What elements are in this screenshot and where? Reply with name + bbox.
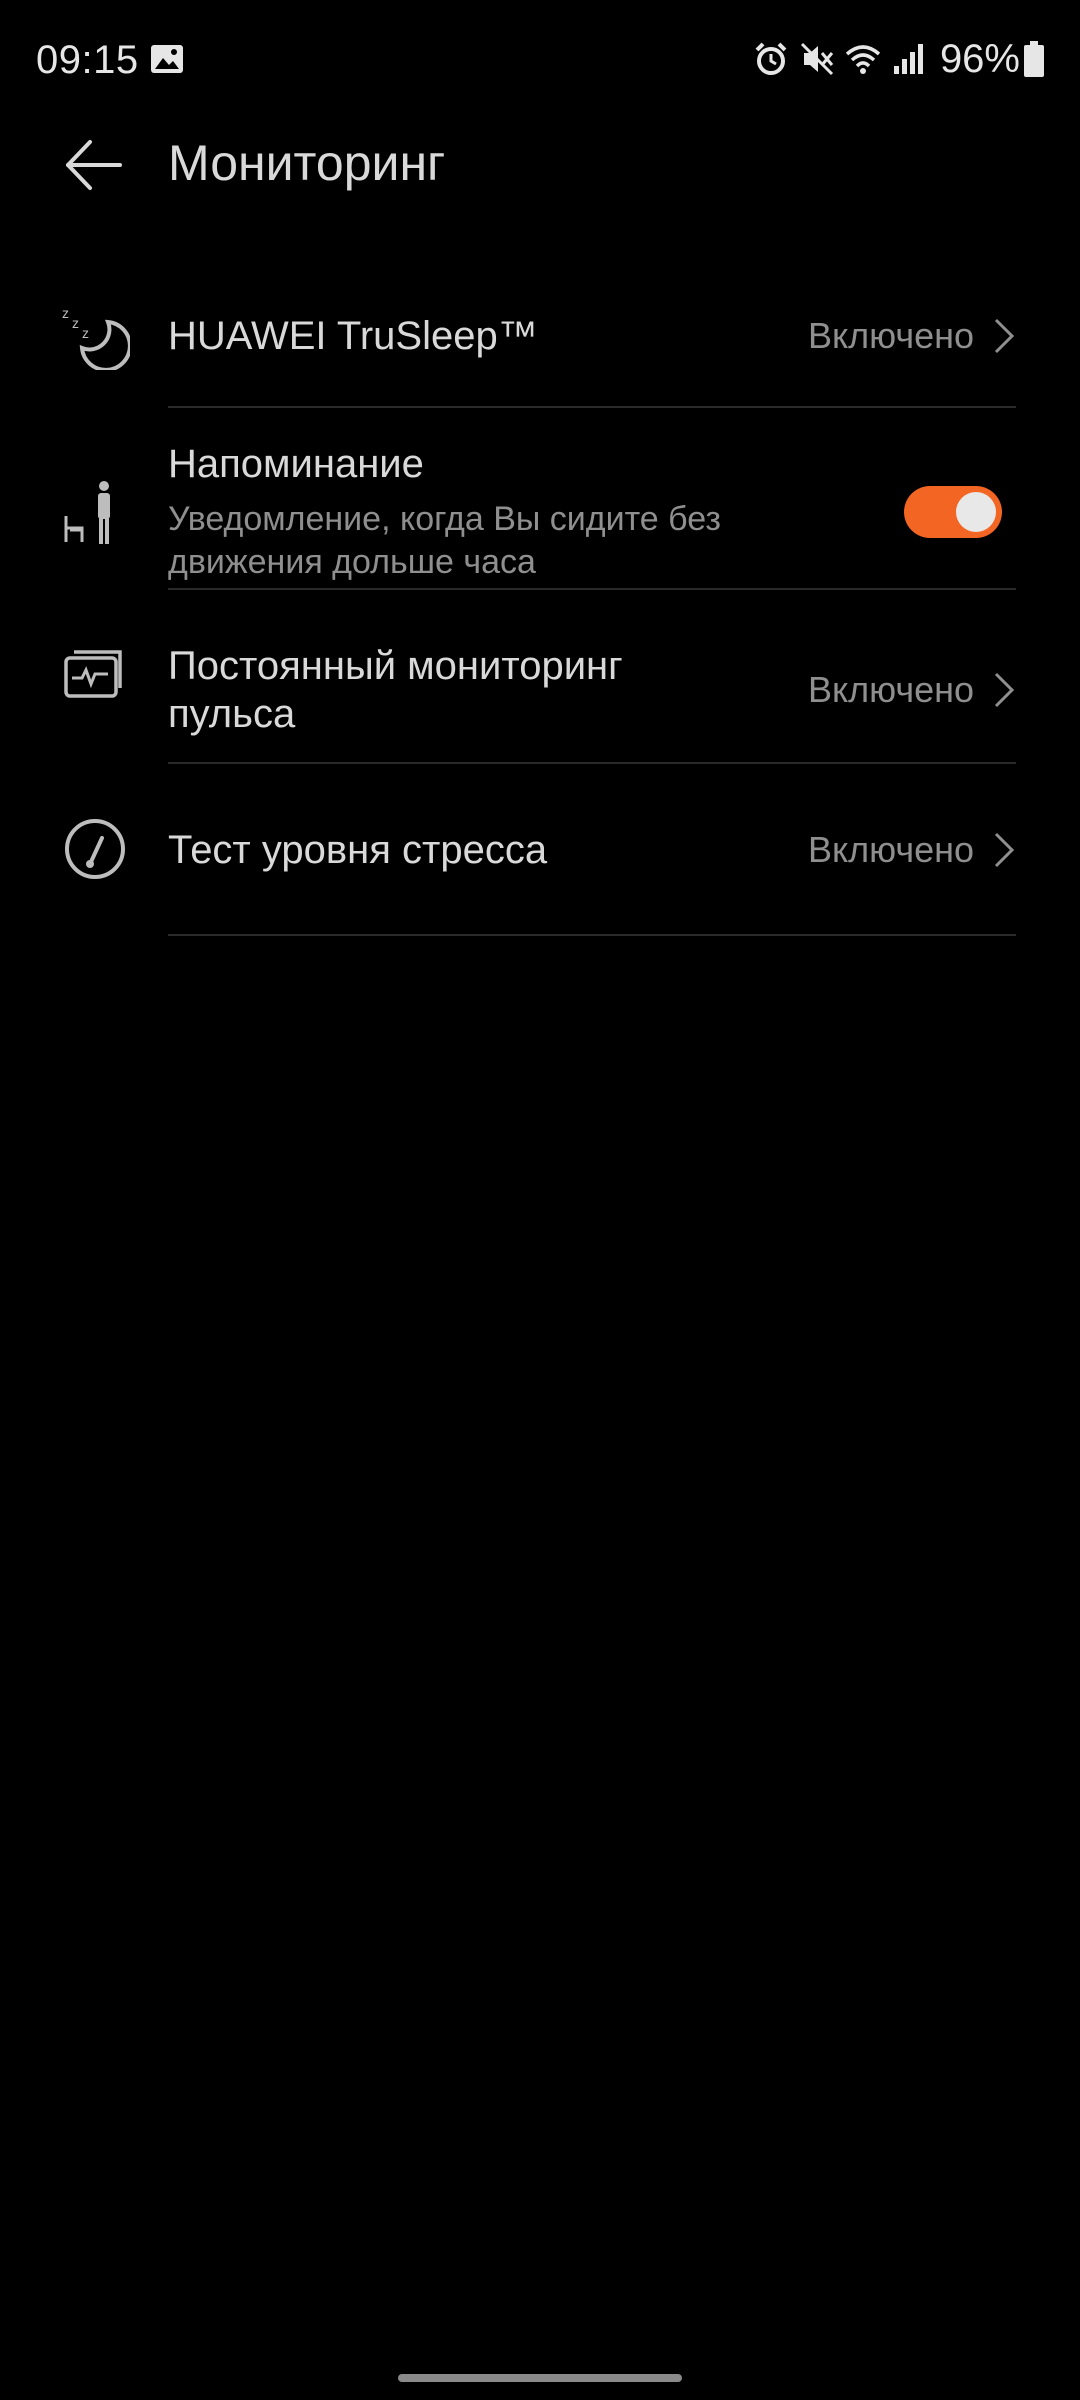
status-bar: 09:15 96% [0, 0, 1080, 120]
sleep-icon: z z z [62, 305, 130, 370]
trusleep-title: HUAWEI TruSleep™ [168, 314, 538, 358]
reminder-toggle[interactable] [904, 486, 1002, 538]
svg-text:z: z [72, 315, 79, 331]
trusleep-row[interactable]: z z z HUAWEI TruSleep™ Включено [0, 270, 1080, 406]
heart-rate-icon [64, 650, 122, 698]
stress-status: Включено [807, 829, 974, 870]
svg-text:z: z [82, 325, 89, 341]
app-header: Мониторинг [0, 120, 1080, 210]
chevron-right-icon [994, 832, 1015, 868]
arrow-left-icon [66, 140, 122, 190]
heart-rate-status: Включено [807, 669, 974, 710]
home-indicator[interactable] [398, 2374, 682, 2382]
heart-rate-row[interactable]: Постоянный мониторинг пульса Включено [0, 590, 1080, 762]
reminder-row: Напоминание Уведомление, когда Вы сидите… [0, 408, 1080, 588]
status-icons: 96% [744, 36, 1044, 82]
signal-icon [893, 44, 923, 74]
sitting-person-icon [64, 481, 110, 544]
page-title: Мониторинг [168, 135, 446, 191]
chevron-right-icon [994, 318, 1015, 354]
status-time: 09:15 [36, 38, 139, 82]
reminder-title: Напоминание [168, 442, 424, 486]
stress-gauge-icon [65, 819, 125, 879]
heart-rate-title-line2: пульса [168, 692, 296, 736]
stress-title: Тест уровня стресса [168, 828, 548, 872]
reminder-subtitle-line2: движения дольше часа [168, 543, 536, 581]
wifi-icon [845, 45, 881, 74]
chevron-right-icon [994, 672, 1015, 708]
toggle-knob [956, 492, 996, 532]
battery-icon [1024, 41, 1044, 77]
back-button[interactable] [60, 130, 130, 200]
heart-rate-title-line1: Постоянный мониторинг [168, 644, 623, 688]
trusleep-status: Включено [807, 315, 974, 356]
alarm-icon [755, 42, 787, 75]
divider [168, 934, 1016, 936]
battery-percent: 96% [939, 36, 1020, 81]
stress-row[interactable]: Тест уровня стресса Включено [0, 764, 1080, 934]
svg-text:z: z [62, 305, 69, 321]
reminder-subtitle-line1: Уведомление, когда Вы сидите без [168, 500, 721, 538]
mute-icon [800, 42, 834, 76]
gallery-icon [151, 45, 183, 73]
